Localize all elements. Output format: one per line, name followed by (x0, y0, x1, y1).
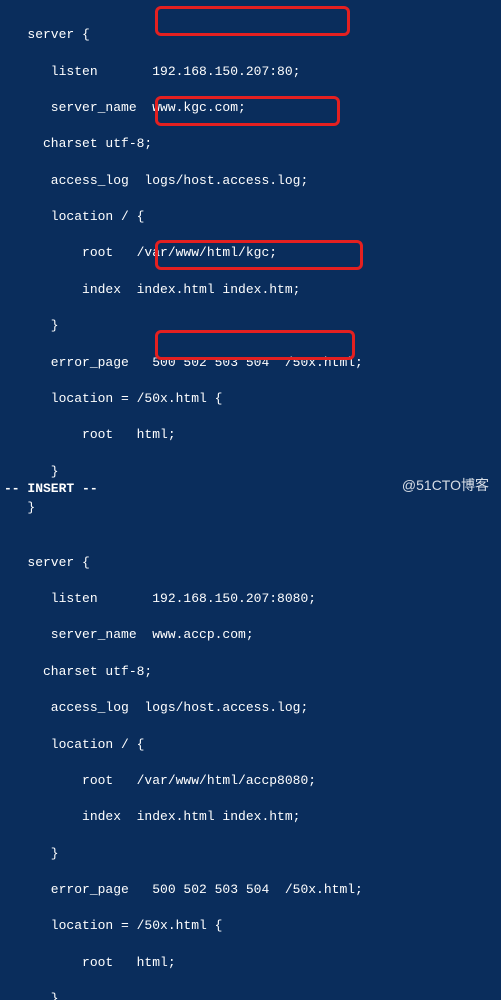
code-line: server { (4, 554, 497, 572)
code-line: location = /50x.html { (4, 917, 497, 935)
watermark-text: @51CTO博客 (402, 476, 489, 496)
code-line: index index.html index.htm; (4, 808, 497, 826)
code-line: location / { (4, 208, 497, 226)
code-line: error_page 500 502 503 504 /50x.html; (4, 881, 497, 899)
code-line: server_name www.kgc.com; (4, 99, 497, 117)
code-line: error_page 500 502 503 504 /50x.html; (4, 354, 497, 372)
code-line: } (4, 499, 497, 517)
vim-mode-status: -- INSERT -- (4, 480, 98, 498)
code-line: root /var/www/html/kgc; (4, 244, 497, 262)
code-editor[interactable]: server { listen 192.168.150.207:80; serv… (0, 0, 501, 1000)
code-line: location / { (4, 736, 497, 754)
code-line: charset utf-8; (4, 663, 497, 681)
code-line: listen 192.168.150.207:80; (4, 63, 497, 81)
code-line: index index.html index.htm; (4, 281, 497, 299)
code-line: access_log logs/host.access.log; (4, 172, 497, 190)
code-line: root /var/www/html/accp8080; (4, 772, 497, 790)
code-line: listen 192.168.150.207:8080; (4, 590, 497, 608)
code-line: server_name www.accp.com; (4, 626, 497, 644)
code-line: } (4, 990, 497, 1000)
code-line: } (4, 845, 497, 863)
code-line: server { (4, 26, 497, 44)
code-line: root html; (4, 426, 497, 444)
code-line: location = /50x.html { (4, 390, 497, 408)
code-line: } (4, 317, 497, 335)
code-line: root html; (4, 954, 497, 972)
code-line: charset utf-8; (4, 135, 497, 153)
code-line: access_log logs/host.access.log; (4, 699, 497, 717)
